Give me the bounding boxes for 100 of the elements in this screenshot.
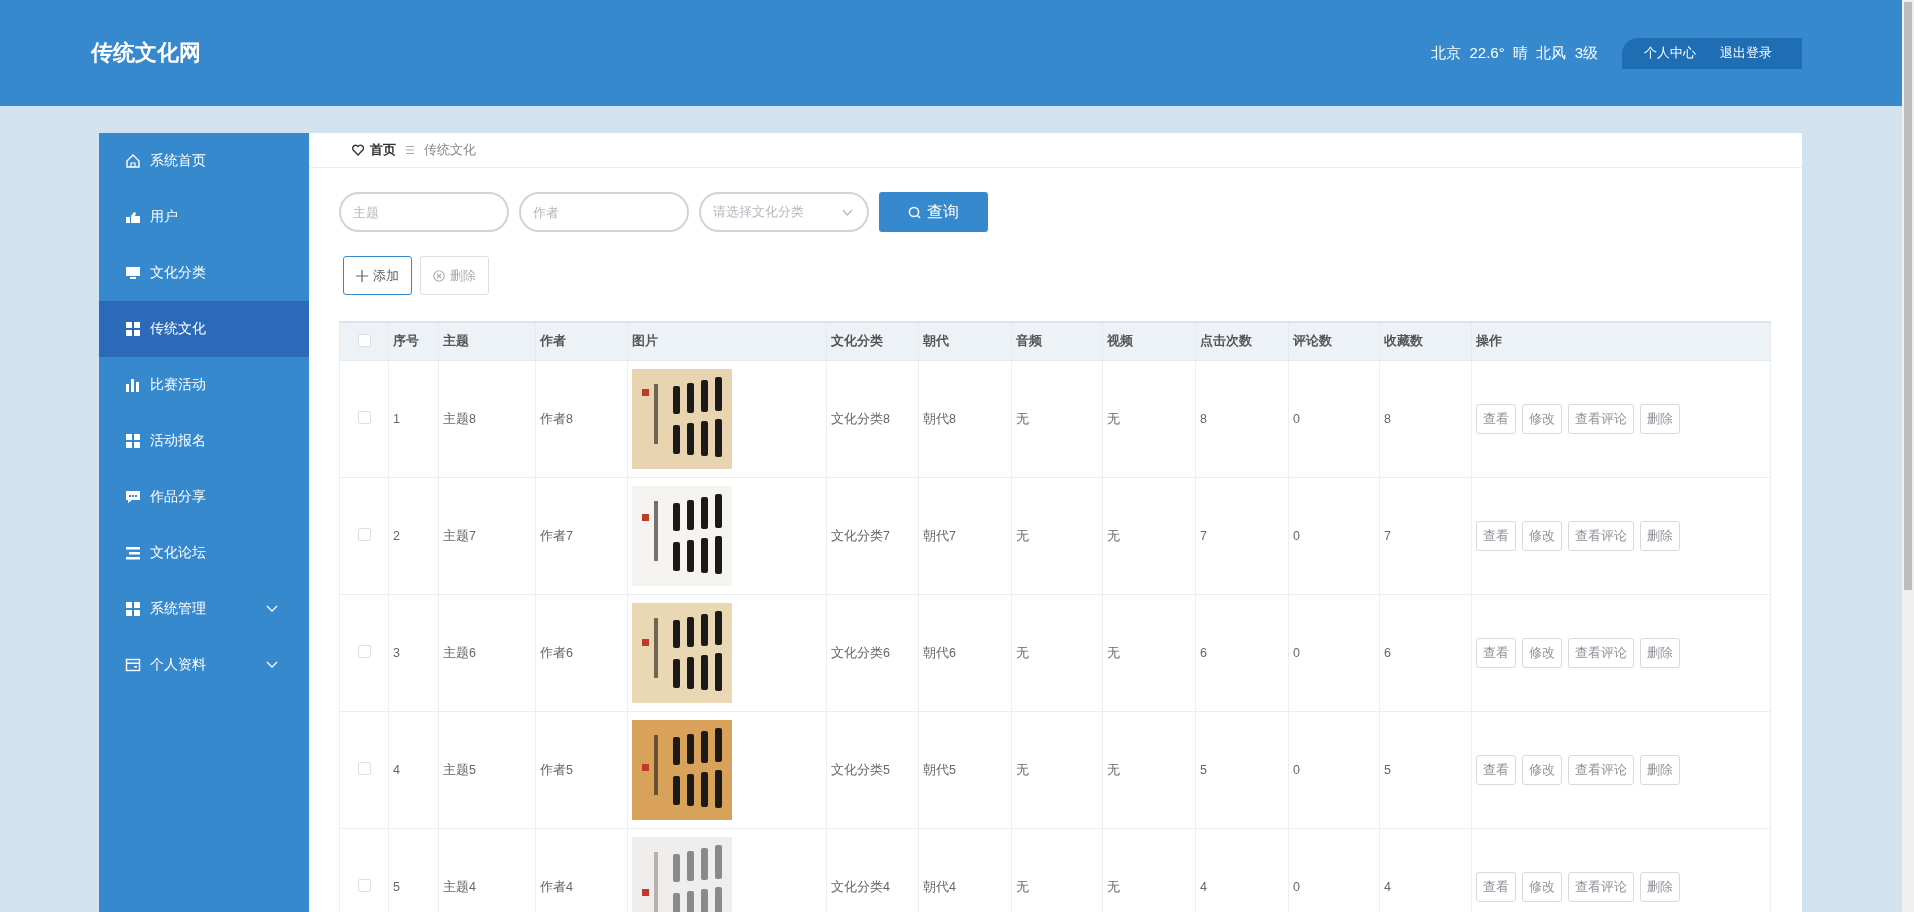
row-action-button[interactable]: 删除 <box>1640 638 1680 668</box>
row-action-button[interactable]: 修改 <box>1522 755 1562 785</box>
row-action-button[interactable]: 查看 <box>1476 638 1516 668</box>
search-icon <box>908 205 921 219</box>
weather-text: 北京 22.6° 晴 北风 3级 <box>1431 43 1598 63</box>
menu-item[interactable]: 系统首页 <box>99 133 309 189</box>
table-cell: 6 <box>1379 594 1472 712</box>
table-cell: 8 <box>1195 360 1289 478</box>
chevron-icon <box>842 208 853 216</box>
column-header: 作者 <box>535 322 628 361</box>
header-link[interactable]: 个人中心 <box>1632 44 1708 62</box>
menu-item[interactable]: 文化论坛 <box>99 525 309 581</box>
checkbox[interactable] <box>357 411 371 424</box>
home-icon <box>125 153 141 169</box>
table-cell: 4 <box>388 711 439 829</box>
table-cell: 0 <box>1288 477 1380 595</box>
checkbox[interactable] <box>357 879 371 892</box>
row-action-button[interactable]: 查看评论 <box>1568 638 1634 668</box>
column-header: 序号 <box>388 322 439 361</box>
row-action-button[interactable]: 查看 <box>1476 755 1516 785</box>
row-action-button[interactable]: 查看评论 <box>1568 755 1634 785</box>
table-cell: 文化分类8 <box>826 360 919 478</box>
monitor-icon <box>125 265 141 281</box>
table-cell: 5 <box>1195 711 1289 829</box>
row-action-button[interactable]: 查看 <box>1476 872 1516 902</box>
table-cell: 7 <box>1195 477 1289 595</box>
card-icon <box>125 657 141 673</box>
table-cell: 2 <box>388 477 439 595</box>
row-action-button[interactable]: 查看评论 <box>1568 404 1634 434</box>
search-field[interactable]: 主题 <box>339 192 509 232</box>
menu-item[interactable]: 文化分类 <box>99 245 309 301</box>
site-title: 传统文化网 <box>91 39 201 67</box>
grid-icon <box>125 601 141 617</box>
heart-icon <box>352 144 364 156</box>
column-header: 视频 <box>1102 322 1196 361</box>
table-cell: 朝代5 <box>918 711 1012 829</box>
table-cell: 朝代6 <box>918 594 1012 712</box>
table-cell: 7 <box>1379 477 1472 595</box>
row-action-button[interactable]: 查看 <box>1476 404 1516 434</box>
row-action-button[interactable]: 查看评论 <box>1568 521 1634 551</box>
table-cell: 文化分类5 <box>826 711 919 829</box>
table-cell: 5 <box>1379 711 1472 829</box>
row-action-button[interactable]: 修改 <box>1522 638 1562 668</box>
search-button[interactable]: 查询 <box>879 192 988 232</box>
add-button[interactable]: 添加 <box>343 256 412 295</box>
breadcrumb-link[interactable]: 首页 <box>370 141 396 159</box>
column-header: 文化分类 <box>826 322 919 361</box>
table-cell: 无 <box>1011 477 1103 595</box>
table-cell: 无 <box>1011 594 1103 712</box>
breadcrumb-current: 传统文化 <box>424 141 476 159</box>
table-cell: 作者8 <box>535 360 628 478</box>
menu-item[interactable]: 个人资料 <box>99 637 309 693</box>
checkbox[interactable] <box>357 528 371 541</box>
table-cell: 无 <box>1102 360 1196 478</box>
table-cell: 无 <box>1102 594 1196 712</box>
table-cell: 主题8 <box>438 360 536 478</box>
table-cell: 朝代8 <box>918 360 1012 478</box>
table-cell: 1 <box>388 360 439 478</box>
menu-item[interactable]: 系统管理 <box>99 581 309 637</box>
menu-item[interactable]: 用户 <box>99 189 309 245</box>
category-select[interactable]: 请选择文化分类 <box>699 192 869 232</box>
row-action-button[interactable]: 删除 <box>1640 521 1680 551</box>
plus-icon <box>356 269 368 282</box>
checkbox[interactable] <box>357 645 371 658</box>
row-action-button[interactable]: 修改 <box>1522 404 1562 434</box>
table-cell: 朝代7 <box>918 477 1012 595</box>
row-action-button[interactable]: 查看评论 <box>1568 872 1634 902</box>
checkbox[interactable] <box>357 762 371 775</box>
menu-item[interactable]: 传统文化 <box>99 301 309 357</box>
row-action-button[interactable]: 查看 <box>1476 521 1516 551</box>
row-action-button[interactable]: 修改 <box>1522 872 1562 902</box>
menu-item[interactable]: 活动报名 <box>99 413 309 469</box>
column-header: 主题 <box>438 322 536 361</box>
grid-icon <box>125 433 141 449</box>
row-action-button[interactable]: 删除 <box>1640 404 1680 434</box>
chat-icon <box>125 489 141 505</box>
table-cell: 0 <box>1288 360 1380 478</box>
menu-item[interactable]: 比赛活动 <box>99 357 309 413</box>
table-cell: 作者6 <box>535 594 628 712</box>
table-cell: 无 <box>1102 711 1196 829</box>
close-circle-icon <box>433 269 445 282</box>
menu-item[interactable]: 作品分享 <box>99 469 309 525</box>
row-action-button[interactable]: 删除 <box>1640 872 1680 902</box>
row-action-button[interactable]: 修改 <box>1522 521 1562 551</box>
table-cell: 6 <box>1195 594 1289 712</box>
separator-icon <box>406 145 414 155</box>
column-header: 操作 <box>1471 322 1771 361</box>
row-action-button[interactable]: 删除 <box>1640 755 1680 785</box>
table-cell: 作者7 <box>535 477 628 595</box>
search-field[interactable]: 作者 <box>519 192 689 232</box>
table-cell: 0 <box>1288 711 1380 829</box>
header-link[interactable]: 退出登录 <box>1708 44 1784 62</box>
column-header: 收藏数 <box>1379 322 1472 361</box>
checkbox[interactable] <box>357 333 371 347</box>
table-cell: 3 <box>388 594 439 712</box>
scrollbar[interactable] <box>1902 0 1914 912</box>
column-header: 图片 <box>627 322 827 361</box>
table-cell: 0 <box>1288 594 1380 712</box>
table-cell: 主题7 <box>438 477 536 595</box>
grid-icon <box>125 321 141 337</box>
